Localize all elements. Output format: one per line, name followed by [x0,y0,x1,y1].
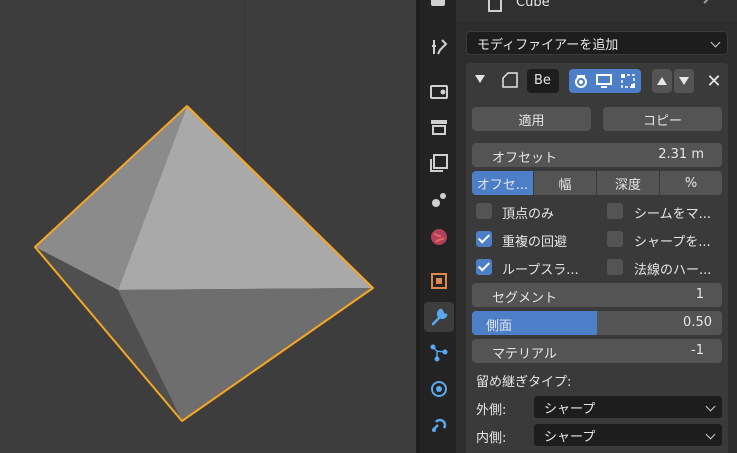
mark-sharp-label: シャープを... [634,235,711,250]
edit-mode-icon[interactable] [572,72,590,90]
copy-button[interactable]: コピー [603,107,722,131]
apply-button[interactable]: 適用 [472,107,591,131]
modifier-name: Be [534,73,551,88]
render-icon [430,85,448,99]
mark-seam-checkbox[interactable] [607,203,623,219]
collapse-triangle-icon[interactable] [475,75,485,83]
triangle-up-icon [657,77,667,85]
realtime-display-icon[interactable] [595,72,613,90]
tab-tool[interactable] [424,32,454,62]
vertex-only-checkbox[interactable] [476,203,492,219]
move-down-button[interactable] [674,69,694,93]
world-icon [431,229,447,245]
mark-seam-label: シームをマ... [634,207,712,222]
tab-scene[interactable] [424,184,454,214]
chevron-down-icon [710,37,721,48]
offset-label: オフセット [492,151,558,166]
miter-outer-label: 外側: [476,403,507,418]
chevron-down-icon [705,401,716,412]
tab-view-layer[interactable] [424,148,454,178]
cage-icon[interactable] [619,72,637,90]
properties-panel: Cube モディファイアーを追加 Be ✕ 適用 コピー オフセット 2.31 … [456,0,737,453]
3d-viewport[interactable] [0,0,416,453]
width-type-depth[interactable]: 深度 [597,171,659,195]
miter-inner-dropdown[interactable]: シャープ [533,423,723,447]
mark-sharp-checkbox[interactable] [607,231,623,247]
miter-outer-dropdown[interactable]: シャープ [533,395,723,419]
width-type-offset[interactable]: オフセ... [472,171,533,195]
tab-physics[interactable] [424,374,454,404]
segments-label: セグメント [492,291,558,306]
width-type-width[interactable]: 幅 [534,171,596,195]
object-name: Cube [516,0,550,10]
clamp-overlap-checkbox[interactable] [476,231,492,247]
profile-slider[interactable]: 側面 0.50 [472,311,722,335]
scene-icon [432,193,446,207]
triangle-down-icon [679,77,689,85]
material-value: -1 [691,343,704,358]
tab-object[interactable] [424,266,454,296]
profile-value: 0.50 [683,315,712,330]
output-icon [431,120,447,135]
view-layer-icon [430,154,448,172]
width-type-percent[interactable]: % [660,171,722,195]
bevel-modifier-icon [502,72,518,88]
harden-normals-label: 法線のハー... [634,263,712,278]
tab-modifiers[interactable] [424,302,454,332]
properties-header: Cube [456,0,737,22]
remove-modifier-button[interactable]: ✕ [704,69,724,93]
editor-type-icon [431,0,445,6]
segments-field[interactable]: セグメント 1 [472,283,722,307]
miter-type-title: 留め継ぎタイプ: [476,375,572,390]
miter-inner-value: シャープ [544,429,596,445]
object-icon [431,273,447,289]
tab-editor-type[interactable] [424,0,454,18]
add-modifier-dropdown[interactable]: モディファイアーを追加 [466,31,728,55]
wrench-icon [431,308,448,326]
miter-outer-value: シャープ [544,401,596,417]
tab-constraints[interactable] [424,410,454,440]
offset-value: 2.31 m [658,147,704,162]
move-up-button[interactable] [652,69,672,93]
material-label: マテリアル [492,347,557,362]
vertex-only-label: 頂点のみ [502,207,555,222]
clamp-overlap-label: 重複の回避 [502,235,568,250]
tab-particles[interactable] [424,338,454,368]
particles-icon [430,344,448,362]
pin-icon[interactable] [703,0,725,14]
chevron-down-icon [705,429,716,440]
offset-field[interactable]: オフセット 2.31 m [472,143,722,167]
modifier-name-field[interactable]: Be [527,69,559,93]
add-modifier-label: モディファイアーを追加 [477,37,619,53]
tab-render[interactable] [424,76,454,106]
profile-label: 側面 [486,319,513,334]
loop-slide-label: ループスラ... [502,263,579,278]
close-icon: ✕ [706,70,722,92]
tab-world[interactable] [424,222,454,252]
segments-value: 1 [695,287,704,302]
miter-inner-label: 内側: [476,431,507,446]
loop-slide-checkbox[interactable] [476,259,492,275]
material-field[interactable]: マテリアル -1 [472,339,722,363]
physics-icon [431,381,447,397]
tab-output[interactable] [424,112,454,142]
octahedron-object[interactable] [0,0,416,453]
properties-tabs [420,0,456,453]
constraints-icon [432,418,447,432]
tool-icon [432,39,448,55]
mesh-object-icon [488,0,502,12]
harden-normals-checkbox[interactable] [607,259,623,275]
